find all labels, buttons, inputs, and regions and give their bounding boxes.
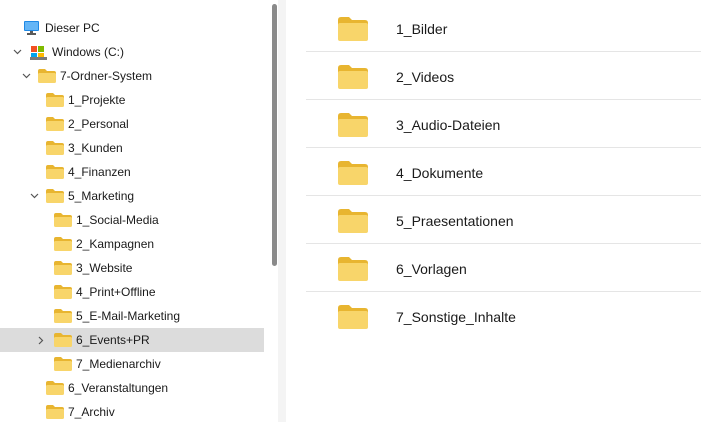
folder-icon	[338, 209, 368, 236]
navigation-scrollbar-thumb[interactable]	[272, 4, 277, 266]
folder-icon	[338, 113, 368, 140]
tree-item-1-social-media[interactable]: 1_Social-Media	[0, 208, 264, 232]
tree-item-5-e-mail-marketing[interactable]: 5_E-Mail-Marketing	[0, 304, 264, 328]
tree-item-6-events-pr[interactable]: 6_Events+PR	[0, 328, 264, 352]
folder-label: 4_Dokumente	[396, 165, 484, 181]
chevron-down-icon[interactable]	[29, 191, 39, 201]
folder-icon	[54, 357, 72, 374]
folder-label: 2_Videos	[396, 69, 455, 85]
tree-item-label: 3_Website	[76, 261, 133, 275]
tree-item-label: 6_Events+PR	[76, 333, 150, 347]
folder-item-7-sonstige-inhalte[interactable]: 7_Sonstige_Inhalte	[306, 291, 701, 339]
folder-icon	[338, 17, 368, 44]
folder-icon	[54, 261, 72, 278]
folder-item-5-praesentationen[interactable]: 5_Praesentationen	[306, 195, 701, 244]
tree-item-label: 6_Veranstaltungen	[68, 381, 169, 395]
tree-item-3-kunden[interactable]: 3_Kunden	[0, 136, 264, 160]
folder-icon	[54, 285, 72, 302]
tree-item-label: 4_Finanzen	[68, 165, 131, 179]
tree-item-5-marketing[interactable]: 5_Marketing	[0, 184, 264, 208]
folder-label: 5_Praesentationen	[396, 213, 514, 229]
tree-item-4-print-offline[interactable]: 4_Print+Offline	[0, 280, 264, 304]
folder-icon	[338, 161, 368, 188]
folder-icon	[54, 333, 72, 350]
chevron-down-icon[interactable]	[12, 47, 22, 57]
pane-splitter[interactable]	[278, 0, 286, 422]
chevron-down-icon[interactable]	[21, 71, 31, 81]
tree-item-4-finanzen[interactable]: 4_Finanzen	[0, 160, 264, 184]
folder-icon	[46, 405, 64, 422]
tree-item-7-archiv[interactable]: 7_Archiv	[0, 400, 264, 424]
tree-item-label: 3_Kunden	[68, 141, 123, 155]
folder-label: 3_Audio-Dateien	[396, 117, 501, 133]
folder-icon	[46, 141, 64, 158]
tree-item-label: 1_Projekte	[68, 93, 126, 107]
drive-icon	[30, 44, 47, 63]
folder-label: 1_Bilder	[396, 21, 448, 37]
chevron-right-icon[interactable]	[36, 335, 46, 345]
tree-item-label: 7_Medienarchiv	[76, 357, 161, 371]
tree-item-label: 2_Kampagnen	[76, 237, 155, 251]
folder-icon	[46, 165, 64, 182]
tree-item-this-pc[interactable]: Dieser PC	[0, 16, 264, 40]
tree-item-label: Dieser PC	[45, 21, 100, 35]
tree-item-label: 2_Personal	[68, 117, 129, 131]
tree-item-label: 4_Print+Offline	[76, 285, 156, 299]
tree-item-drive-c[interactable]: Windows (C:)	[0, 40, 264, 64]
folder-icon	[54, 309, 72, 326]
folder-icon	[46, 117, 64, 134]
navigation-pane: Dieser PC Windows (C:) 7-Ordner-System 1…	[0, 0, 270, 422]
folder-icon	[46, 189, 64, 206]
folder-icon	[54, 213, 72, 230]
folder-item-4-dokumente[interactable]: 4_Dokumente	[306, 147, 701, 196]
folder-label: 6_Vorlagen	[396, 261, 467, 277]
folder-item-3-audio-dateien[interactable]: 3_Audio-Dateien	[306, 99, 701, 148]
tree-item-2-personal[interactable]: 2_Personal	[0, 112, 264, 136]
folder-icon	[38, 69, 56, 86]
folder-icon	[46, 93, 64, 110]
folder-icon	[338, 257, 368, 284]
tree-item-7-medienarchiv[interactable]: 7_Medienarchiv	[0, 352, 264, 376]
folder-icon	[46, 381, 64, 398]
folder-item-1-bilder[interactable]: 1_Bilder	[306, 3, 701, 52]
folder-icon	[338, 65, 368, 92]
tree-item-6-veranstaltungen[interactable]: 6_Veranstaltungen	[0, 376, 264, 400]
tree-item-label: Windows (C:)	[52, 45, 125, 59]
tree-item-3-website[interactable]: 3_Website	[0, 256, 264, 280]
computer-icon	[23, 20, 40, 39]
folder-label: 7_Sonstige_Inhalte	[396, 309, 516, 325]
tree-item-label: 7-Ordner-System	[60, 69, 153, 83]
folder-item-6-vorlagen[interactable]: 6_Vorlagen	[306, 243, 701, 292]
tree-item-7-ordner-system[interactable]: 7-Ordner-System	[0, 64, 264, 88]
tree-item-label: 5_Marketing	[68, 189, 135, 203]
folder-icon	[54, 237, 72, 254]
tree-item-1-projekte[interactable]: 1_Projekte	[0, 88, 264, 112]
file-list: 1_Bilder 2_Videos 3_Audio-Dateien 4_Doku…	[286, 0, 710, 422]
tree-item-label: 1_Social-Media	[76, 213, 159, 227]
tree-item-label: 7_Archiv	[68, 405, 115, 419]
folder-icon	[338, 305, 368, 332]
folder-item-2-videos[interactable]: 2_Videos	[306, 51, 701, 100]
tree-item-label: 5_E-Mail-Marketing	[76, 309, 181, 323]
tree-item-2-kampagnen[interactable]: 2_Kampagnen	[0, 232, 264, 256]
